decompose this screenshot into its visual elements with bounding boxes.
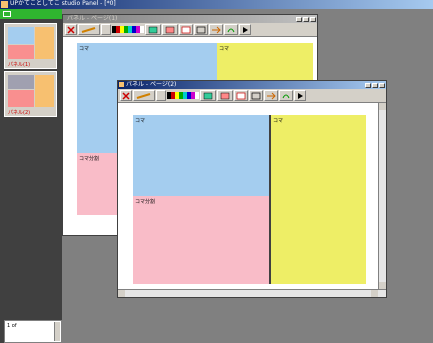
front-layout-icon[interactable] [217,90,233,101]
back-panel-pink[interactable]: コマ分割 [77,153,117,215]
front-swatch-white[interactable] [195,92,199,99]
sidebar-header [0,9,62,19]
thumbnail-page-1[interactable]: パネル(1) [4,23,57,69]
swatch-white[interactable] [140,26,144,33]
front-scroll-left-icon[interactable] [118,290,125,297]
back-maximize-button[interactable] [303,16,309,22]
play-icon[interactable] [239,24,251,35]
layout-icon[interactable] [162,24,178,35]
front-panel-blue-label: コマ [135,118,146,124]
arrow-icon[interactable] [209,24,223,35]
front-panel-yellow-label: コマ [273,118,284,124]
undo-icon[interactable] [224,24,238,35]
front-close-button[interactable] [379,82,385,88]
sidebar-bottom-label: 1 of [7,323,17,329]
front-page-icon[interactable] [200,90,216,101]
thumb2-orange [35,75,54,107]
front-window-title: パネル - ページ(2) [126,81,177,88]
front-color-palette[interactable] [167,92,199,99]
front-vertical-scrollbar[interactable] [378,103,386,289]
front-pencil-icon[interactable] [133,90,155,101]
front-canvas: コマ コマ コマ分割 [118,103,378,289]
thumb1-orange [35,27,54,59]
front-panel-yellow[interactable]: コマ [270,115,366,284]
front-window-titlebar[interactable]: パネル - ページ(2) [118,81,386,89]
front-scissors-icon[interactable] [120,90,132,101]
thumb1-label: パネル(1) [8,62,31,68]
front-scroll-down-icon[interactable] [379,282,386,289]
front-scroll-up-icon[interactable] [379,103,386,110]
front-arrow-icon[interactable] [264,90,278,101]
back-window-title: パネル - ページ(1) [67,15,118,22]
front-maximize-button[interactable] [372,82,378,88]
back-toolbar [63,23,317,37]
thumb1-pink [8,45,34,59]
back-panel-pink-label: コマ分割 [79,156,100,162]
sidebar-bottom-panel: 1 of [4,320,62,343]
grid-icon[interactable] [179,24,193,35]
front-minimize-button[interactable] [365,82,371,88]
back-panel-blue-label: コマ [79,46,90,52]
app-icon[interactable] [1,1,8,8]
front-window-icon[interactable] [119,82,124,87]
front-window[interactable]: パネル - ページ(2) コマ コマ コマ分割 [117,80,387,298]
back-window-titlebar[interactable]: パネル - ページ(1) [63,15,317,23]
front-toolbar [118,89,386,103]
color-palette[interactable] [112,26,144,33]
thumb2-label: パネル(2) [8,110,31,116]
sidebar-menu-icon[interactable] [3,11,11,17]
pencil-icon[interactable] [78,24,100,35]
sidebar-scroll-icon[interactable] [54,322,60,341]
app-titlebar: UPかてことしてこ studio Panel - [*0] [0,0,433,9]
front-scroll-right-icon[interactable] [371,290,378,297]
page-icon[interactable] [145,24,161,35]
back-close-button[interactable] [310,16,316,22]
front-panel-pink-label: コマ分割 [135,199,156,205]
thumb2-pink [8,90,34,107]
front-stepper-icon[interactable] [156,90,166,101]
back-panel-yellow-label: コマ [219,46,230,52]
front-grid-icon[interactable] [234,90,248,101]
thumbnail-page-2[interactable]: パネル(2) [4,71,57,117]
front-undo-icon[interactable] [279,90,293,101]
back-minimize-button[interactable] [296,16,302,22]
app-title: UPかてことしてこ studio Panel - [*0] [10,0,116,7]
frame-icon[interactable] [194,24,208,35]
stepper-icon[interactable] [101,24,111,35]
thumbnail-sidebar: パネル(1) パネル(2) 1 of [0,9,62,343]
scissors-icon[interactable] [65,24,77,35]
front-frame-icon[interactable] [249,90,263,101]
front-panel-blue[interactable]: コマ [133,115,270,196]
front-play-icon[interactable] [294,90,306,101]
front-horizontal-scrollbar[interactable] [118,289,386,297]
thumb1-blue [8,27,34,44]
thumb2-grey [8,75,34,89]
front-panel-pink[interactable]: コマ分割 [133,196,270,284]
